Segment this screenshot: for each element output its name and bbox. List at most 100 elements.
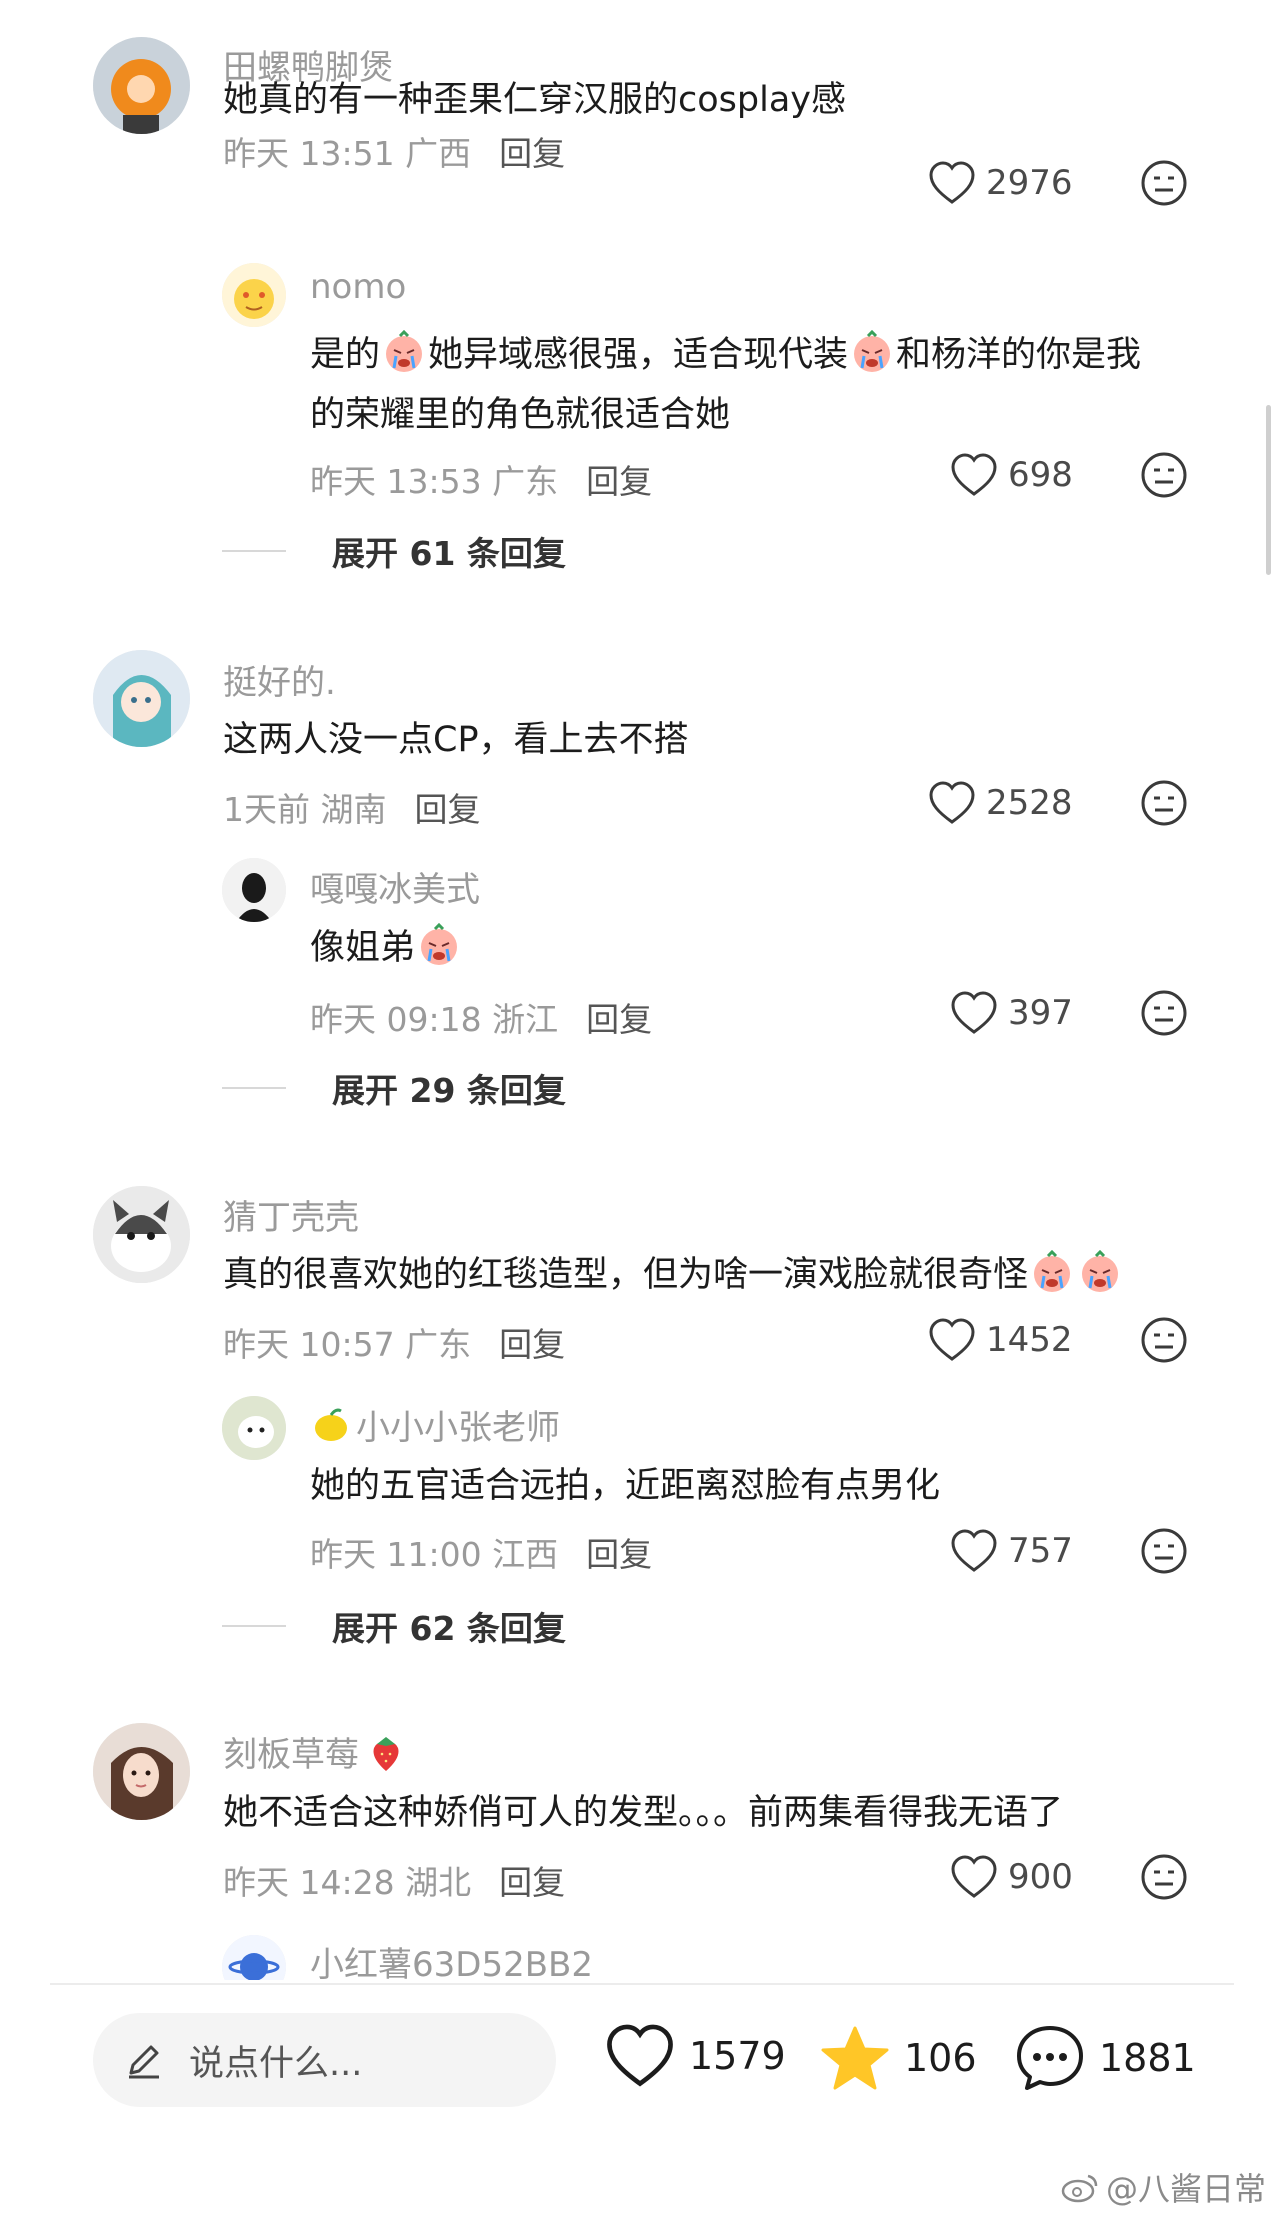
expand-label: 展开 62 条回复 — [332, 1609, 566, 1648]
comment-text: 她的五官适合远拍，近距离怼脸有点男化 — [310, 1466, 941, 1506]
neutral-face-icon — [1141, 452, 1187, 498]
comment-time-location: 1天前 湖南 — [223, 790, 387, 829]
crying-emoji-icon — [382, 330, 426, 374]
comment-meta: 昨天 11:00 江西 回复 — [310, 1528, 652, 1576]
post-like-count: 1579 — [689, 2034, 786, 2078]
like-button[interactable]: 900 — [950, 1855, 1073, 1899]
comment-text-part: 和杨洋的你是我 — [896, 335, 1142, 375]
comment-time-location: 昨天 11:00 江西 — [310, 1535, 559, 1574]
username-text: 刻板草莓 — [223, 1735, 359, 1775]
expand-replies-button[interactable]: 展开 29 条回复 — [222, 1064, 566, 1112]
avatar[interactable] — [222, 858, 286, 922]
comment-input[interactable]: 说点什么... — [93, 2013, 556, 2107]
scrollbar[interactable] — [1266, 405, 1271, 575]
heart-icon — [951, 1529, 997, 1572]
like-count: 1452 — [986, 1320, 1073, 1360]
avatar[interactable] — [93, 37, 190, 134]
comment-text: 像姐弟 — [310, 918, 463, 978]
neutral-face-icon — [1141, 1854, 1187, 1900]
emoji-reaction-button[interactable] — [1140, 1316, 1188, 1364]
comment-text: 是的 她异域感很强，适合现代装 和杨洋的你是我 — [310, 325, 1141, 385]
reply-button[interactable]: 回复 — [586, 462, 652, 501]
reply-button[interactable]: 回复 — [499, 1863, 565, 1902]
reply-button[interactable]: 回复 — [415, 790, 481, 829]
avatar[interactable] — [222, 263, 286, 327]
username-text: 小小小张老师 — [356, 1408, 560, 1448]
comments-button[interactable]: 1881 — [1015, 2024, 1196, 2092]
expand-replies-button[interactable]: 展开 61 条回复 — [222, 527, 566, 575]
like-count: 698 — [1008, 455, 1073, 495]
heart-icon — [951, 1855, 997, 1898]
like-post-button[interactable]: 1579 — [605, 2024, 786, 2088]
heart-icon — [607, 2024, 673, 2087]
avatar[interactable] — [93, 1186, 190, 1283]
crying-emoji-icon — [417, 923, 461, 967]
emoji-reaction-button[interactable] — [1140, 989, 1188, 1037]
neutral-face-icon — [1141, 780, 1187, 826]
reply-button[interactable]: 回复 — [586, 1535, 652, 1574]
bottom-divider — [50, 1983, 1234, 1985]
neutral-face-icon — [1141, 160, 1187, 206]
comment-meta: 昨天 10:57 广东 回复 — [223, 1318, 565, 1366]
like-count: 900 — [1008, 1857, 1073, 1897]
comment-time-location: 昨天 14:28 湖北 — [223, 1863, 472, 1902]
username[interactable]: 小小小张老师 — [310, 1400, 560, 1449]
reply-button[interactable]: 回复 — [499, 1325, 565, 1364]
comment-text-part: 她异域感很强，适合现代装 — [428, 335, 849, 375]
avatar[interactable] — [222, 1935, 286, 1980]
partial-reply: 小红薯63D52BB2 — [0, 1930, 1284, 1980]
favorite-count: 106 — [904, 2036, 977, 2080]
like-button[interactable]: 1452 — [928, 1318, 1073, 1362]
comment-text: 她不适合这种娇俏可人的发型。。。前两集看得我无语了 — [223, 1793, 1064, 1833]
username[interactable]: 刻板草莓 — [223, 1727, 411, 1776]
expand-replies-button[interactable]: 展开 62 条回复 — [222, 1602, 566, 1650]
emoji-reaction-button[interactable] — [1140, 1853, 1188, 1901]
neutral-face-icon — [1141, 1317, 1187, 1363]
like-button[interactable]: 698 — [950, 453, 1073, 497]
reply-button[interactable]: 回复 — [499, 134, 565, 173]
comment-time-location: 昨天 13:53 广东 — [310, 462, 559, 501]
expand-label: 展开 29 条回复 — [332, 1071, 566, 1110]
like-count: 2528 — [986, 783, 1073, 823]
reply-button[interactable]: 回复 — [586, 1000, 652, 1039]
comment-text: 真的很喜欢她的红毯造型，但为啥一演戏脸就很奇怪 — [223, 1245, 1124, 1305]
emoji-reaction-button[interactable] — [1140, 159, 1188, 207]
emoji-reaction-button[interactable] — [1140, 779, 1188, 827]
watermark-text: @八酱日常 — [1106, 2170, 1267, 2208]
like-button[interactable]: 397 — [950, 991, 1073, 1035]
comment-meta: 昨天 09:18 浙江 回复 — [310, 993, 652, 1041]
expand-divider — [222, 1625, 286, 1627]
comment-meta: 昨天 13:53 广东 回复 — [310, 455, 652, 503]
avatar[interactable] — [93, 650, 190, 747]
emoji-reaction-button[interactable] — [1140, 1527, 1188, 1575]
username[interactable]: 挺好的. — [223, 655, 336, 704]
avatar[interactable] — [222, 1396, 286, 1460]
comment-text-part: 像姐弟 — [310, 928, 416, 968]
comment-count: 1881 — [1099, 2036, 1196, 2080]
like-count: 2976 — [986, 163, 1073, 203]
expand-label: 展开 61 条回复 — [332, 534, 566, 573]
neutral-face-icon — [1141, 990, 1187, 1036]
favorite-button[interactable]: 106 — [820, 2024, 977, 2092]
comment-text-part: 是的 — [310, 335, 381, 375]
like-button[interactable]: 2528 — [928, 781, 1073, 825]
username[interactable]: 小红薯63D52BB2 — [310, 1937, 593, 1980]
neutral-face-icon — [1141, 1528, 1187, 1574]
username[interactable]: nomo — [310, 267, 406, 307]
username[interactable]: 猜丁壳壳 — [223, 1190, 359, 1239]
comment-time-location: 昨天 10:57 广东 — [223, 1325, 472, 1364]
comment-time-location: 昨天 09:18 浙江 — [310, 1000, 559, 1039]
like-button[interactable]: 2976 — [928, 161, 1073, 205]
star-icon — [821, 2026, 889, 2090]
weibo-logo-icon — [1061, 2174, 1098, 2203]
crying-emoji-icon — [850, 330, 894, 374]
emoji-reaction-button[interactable] — [1140, 451, 1188, 499]
watermark: @八酱日常 — [1060, 2164, 1266, 2210]
like-count: 397 — [1008, 993, 1073, 1033]
like-button[interactable]: 757 — [950, 1529, 1073, 1573]
avatar[interactable] — [93, 1723, 190, 1820]
comment-screen: 田螺鸭脚煲 她真的有一种歪果仁穿汉服的cosplay感 昨天 13:51 广西回… — [0, 0, 1284, 2219]
username[interactable]: 嘎嘎冰美式 — [310, 862, 480, 911]
comment-text-part: 真的很喜欢她的红毯造型，但为啥一演戏脸就很奇怪 — [223, 1255, 1029, 1295]
comment-text-line2: 的荣耀里的角色就很适合她 — [310, 395, 731, 435]
